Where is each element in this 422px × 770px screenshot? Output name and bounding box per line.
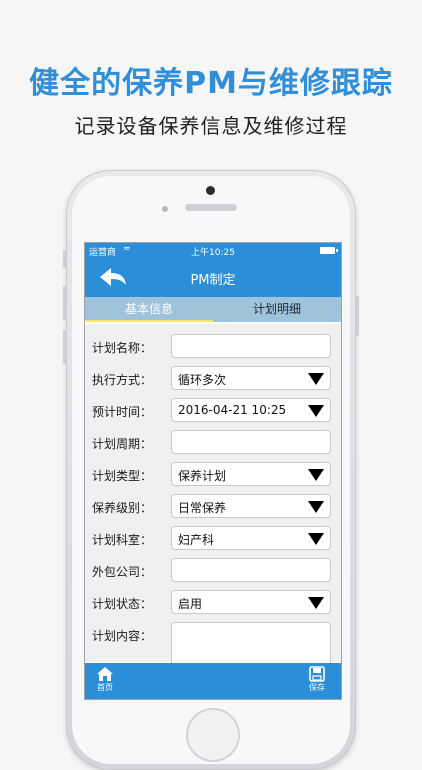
form-label: 预计时间： [92,405,153,419]
form-row-department: 计划科室： 妇产科 [85,526,341,552]
dropdown-arrow-icon [308,405,324,417]
front-camera-icon [206,186,215,195]
sensor-dot [162,206,168,212]
nav-bar: PM制定 [85,259,341,297]
outsource-company-input[interactable] [171,558,331,582]
select-value: 启用 [178,597,203,611]
form-row-outsource-company: 外包公司： [85,558,341,584]
promo-headline: 健全的保养PM与维修跟踪 [29,66,393,101]
battery-icon [320,247,338,254]
form-row-plan-cycle: 计划周期： [85,430,341,456]
select-value: 保养计划 [178,469,227,483]
home-tab-button[interactable]: 首页 [85,666,125,693]
form-row-plan-type: 计划类型： 保养计划 [85,462,341,488]
expected-time-select[interactable]: 2016-04-21 10:25 [171,398,331,422]
form-row-maintenance-level: 保养级别： 日常保养 [85,494,341,520]
form-label: 计划周期： [92,437,153,451]
tab-basic-info[interactable]: 基本信息 [85,297,213,322]
select-value: 循环多次 [178,373,227,387]
maintenance-level-select[interactable]: 日常保养 [171,494,331,518]
dropdown-arrow-icon [308,533,324,545]
save-label: 保存 [309,683,325,692]
tab-plan-details[interactable]: 计划明细 [213,297,341,322]
plan-name-input[interactable] [171,334,331,358]
form-label: 外包公司： [92,565,153,579]
form-label: 计划类型： [92,469,153,483]
dropdown-arrow-icon [308,469,324,481]
home-label: 首页 [97,683,113,692]
app-screen: 运营商 ≈ 上午10:25 PM制定 基本信息 计划明细 计划名称： 执行方式：… [84,242,342,700]
volume-down-button [63,330,66,364]
page-title: PM制定 [190,273,236,288]
plan-status-select[interactable]: 启用 [171,590,331,614]
home-button[interactable] [186,708,240,762]
select-value: 2016-04-21 10:25 [178,403,287,417]
plan-content-textarea[interactable] [171,622,331,666]
form-row-plan-status: 计划状态： 启用 [85,590,341,616]
plan-type-select[interactable]: 保养计划 [171,462,331,486]
volume-up-button [63,286,66,320]
form-row-plan-name: 计划名称： [85,334,341,360]
form-label: 执行方式： [92,373,153,387]
form-row-plan-content: 计划内容： [85,622,341,666]
save-button[interactable]: 保存 [297,666,337,693]
home-icon [97,667,113,681]
bottom-toolbar: 首页 保存 [85,663,341,699]
dropdown-arrow-icon [308,373,324,385]
form-row-expected-time: 预计时间： 2016-04-21 10:25 [85,398,341,424]
status-time: 上午10:25 [191,248,235,258]
form-row-exec-mode: 执行方式： 循环多次 [85,366,341,392]
form-label: 计划名称： [92,341,153,355]
plan-cycle-input[interactable] [171,430,331,454]
form-label: 保养级别： [92,501,153,515]
dropdown-arrow-icon [308,597,324,609]
promo-subline: 记录设备保养信息及维修过程 [74,114,348,138]
select-value: 日常保养 [178,501,227,515]
mute-switch [63,250,66,268]
select-value: 妇产科 [178,533,215,547]
earpiece-speaker [185,204,237,211]
tab-bar: 基本信息 计划明细 [85,297,341,322]
form-label: 计划内容： [92,629,153,643]
status-bar: 运营商 ≈ 上午10:25 [85,243,341,259]
form-label: 计划科室： [92,533,153,547]
department-select[interactable]: 妇产科 [171,526,331,550]
form-label: 计划状态： [92,597,153,611]
dropdown-arrow-icon [308,501,324,513]
save-icon [309,666,325,682]
exec-mode-select[interactable]: 循环多次 [171,366,331,390]
pm-form: 计划名称： 执行方式： 循环多次 预计时间： 2016-04-21 10:25 … [85,324,341,666]
power-button [356,296,359,336]
